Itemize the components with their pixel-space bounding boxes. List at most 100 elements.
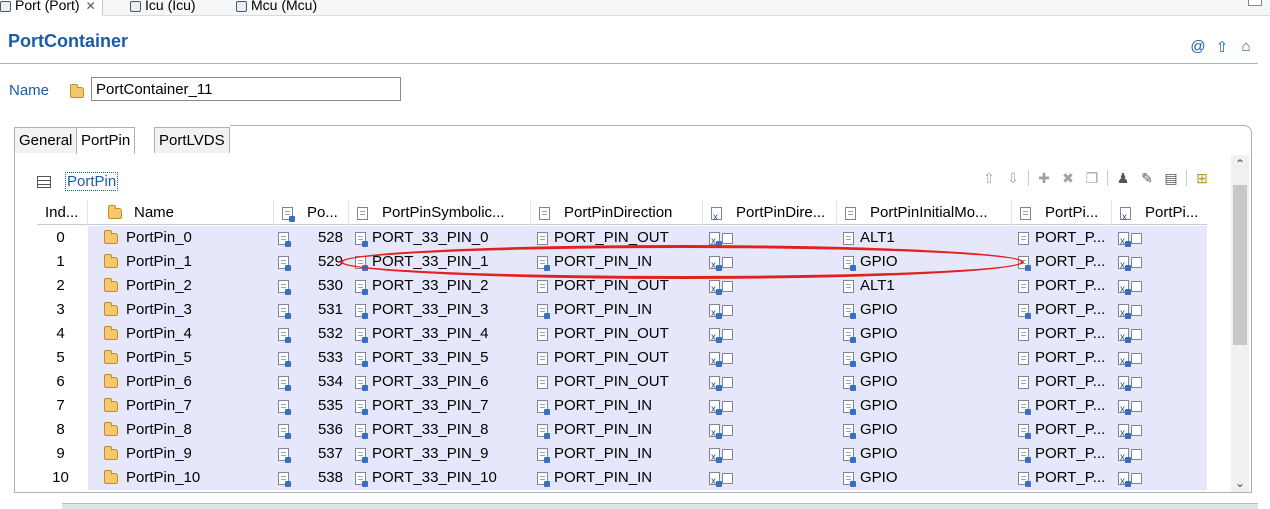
checkbox[interactable]: [722, 472, 733, 484]
checkbox[interactable]: [722, 304, 733, 316]
close-icon[interactable]: ✕: [86, 0, 96, 13]
port-pin-id-cell[interactable]: 537: [274, 442, 349, 466]
direction-changeable-cell[interactable]: [703, 466, 837, 490]
direction-changeable-cell[interactable]: [703, 394, 837, 418]
port-pin-id-cell[interactable]: 535: [274, 394, 349, 418]
pin-name-cell[interactable]: PortPin_7: [88, 394, 274, 418]
section-title[interactable]: PortPin: [65, 172, 119, 191]
checkbox[interactable]: [1131, 352, 1142, 364]
direction-cell[interactable]: PORT_PIN_OUT: [531, 370, 703, 394]
initial-mode-cell[interactable]: GPIO: [837, 466, 1012, 490]
maximize-icon[interactable]: [1248, 0, 1262, 6]
initial-mode-cell[interactable]: GPIO: [837, 442, 1012, 466]
vertical-scrollbar[interactable]: ⌃ ⌄: [1231, 155, 1249, 492]
direction-cell[interactable]: PORT_PIN_IN: [531, 466, 703, 490]
column-header-portpi-2[interactable]: PortPi...: [1112, 200, 1207, 225]
column-header-name[interactable]: Name: [88, 200, 274, 225]
portpi-bool-cell[interactable]: [1112, 298, 1207, 322]
column-header-index[interactable]: Ind...: [37, 200, 88, 225]
checkbox[interactable]: [722, 424, 733, 436]
portpi-cell[interactable]: PORT_P...: [1012, 226, 1112, 250]
table-row[interactable]: 10 PortPin_10 538 PORT_33_PIN_10 PORT_PIN_IN…: [37, 466, 1207, 490]
direction-cell[interactable]: PORT_PIN_OUT: [531, 322, 703, 346]
scroll-up-icon[interactable]: ⌃: [1231, 157, 1249, 171]
initial-mode-cell[interactable]: ALT1: [837, 274, 1012, 298]
move-up-icon[interactable]: ⇧: [980, 170, 998, 187]
portpi-bool-cell[interactable]: [1112, 226, 1207, 250]
portpi-bool-cell[interactable]: [1112, 322, 1207, 346]
pin-name-cell[interactable]: PortPin_10: [88, 466, 274, 490]
table-row[interactable]: 4PortPin_4532PORT_33_PIN_4PORT_PIN_OUT GP…: [37, 322, 1207, 346]
scroll-down-icon[interactable]: ⌄: [1231, 476, 1249, 490]
symbolic-name-cell[interactable]: PORT_33_PIN_5: [349, 346, 531, 370]
direction-changeable-cell[interactable]: [703, 442, 837, 466]
direction-changeable-cell[interactable]: [703, 370, 837, 394]
direction-cell[interactable]: PORT_PIN_IN: [531, 298, 703, 322]
table-row[interactable]: 6PortPin_6534PORT_33_PIN_6PORT_PIN_OUT GP…: [37, 370, 1207, 394]
symbolic-name-cell[interactable]: PORT_33_PIN_3: [349, 298, 531, 322]
symbolic-name-cell[interactable]: PORT_33_PIN_0: [349, 226, 531, 250]
direction-cell[interactable]: PORT_PIN_IN: [531, 418, 703, 442]
editor-tab-icu[interactable]: Icu (Icu): [130, 0, 196, 16]
port-pin-id-cell[interactable]: 528: [274, 226, 349, 250]
pin-name-cell[interactable]: PortPin_6: [88, 370, 274, 394]
pin-name-cell[interactable]: PortPin_4: [88, 322, 274, 346]
portpi-cell[interactable]: PORT_P...: [1012, 418, 1112, 442]
table-row[interactable]: 9PortPin_9537PORT_33_PIN_9PORT_PIN_IN GPI…: [37, 442, 1207, 466]
pin-name-cell[interactable]: PortPin_5: [88, 346, 274, 370]
symbolic-name-cell[interactable]: PORT_33_PIN_7: [349, 394, 531, 418]
checkbox[interactable]: [722, 400, 733, 412]
checkbox[interactable]: [722, 232, 733, 244]
copy-icon[interactable]: ❐: [1083, 170, 1101, 187]
checkbox[interactable]: [1131, 448, 1142, 460]
initial-mode-cell[interactable]: GPIO: [837, 346, 1012, 370]
table-row[interactable]: 3PortPin_3531PORT_33_PIN_3PORT_PIN_IN GPI…: [37, 298, 1207, 322]
port-pin-id-cell[interactable]: 529: [274, 250, 349, 274]
pin-name-cell[interactable]: PortPin_8: [88, 418, 274, 442]
checkbox[interactable]: [1131, 424, 1142, 436]
initial-mode-cell[interactable]: GPIO: [837, 418, 1012, 442]
port-pin-id-cell[interactable]: 536: [274, 418, 349, 442]
portpi-cell[interactable]: PORT_P...: [1012, 274, 1112, 298]
portpi-cell[interactable]: PORT_P...: [1012, 370, 1112, 394]
checkbox[interactable]: [722, 256, 733, 268]
checkbox[interactable]: [1131, 376, 1142, 388]
portpi-cell[interactable]: PORT_P...: [1012, 250, 1112, 274]
pin-name-cell[interactable]: PortPin_0: [88, 226, 274, 250]
symbolic-name-cell[interactable]: PORT_33_PIN_10: [349, 466, 531, 490]
pin-name-cell[interactable]: PortPin_1: [88, 250, 274, 274]
checkbox[interactable]: [1131, 304, 1142, 316]
checkbox[interactable]: [722, 352, 733, 364]
name-input[interactable]: [91, 77, 401, 101]
tab-portpin[interactable]: PortPin: [76, 127, 136, 154]
edit-icon[interactable]: ✎: [1138, 170, 1156, 187]
symbolic-name-cell[interactable]: PORT_33_PIN_1: [349, 250, 531, 274]
scroll-thumb[interactable]: [1233, 185, 1247, 345]
symbolic-name-cell[interactable]: PORT_33_PIN_2: [349, 274, 531, 298]
arrow-up-icon[interactable]: ⇧: [1214, 38, 1230, 56]
portpi-bool-cell[interactable]: [1112, 274, 1207, 298]
table-row[interactable]: 7PortPin_7535PORT_33_PIN_7PORT_PIN_IN GPI…: [37, 394, 1207, 418]
user-icon[interactable]: ♟: [1114, 170, 1132, 187]
symbolic-name-cell[interactable]: PORT_33_PIN_6: [349, 370, 531, 394]
portpi-cell[interactable]: PORT_P...: [1012, 346, 1112, 370]
table-row[interactable]: 8PortPin_8536PORT_33_PIN_8PORT_PIN_IN GPI…: [37, 418, 1207, 442]
port-pin-id-cell[interactable]: 530: [274, 274, 349, 298]
home-icon[interactable]: ⌂: [1238, 38, 1254, 56]
column-header-direction-changeable[interactable]: PortPinDire...: [703, 200, 837, 225]
direction-cell[interactable]: PORT_PIN_OUT: [531, 346, 703, 370]
portpi-cell[interactable]: PORT_P...: [1012, 442, 1112, 466]
direction-changeable-cell[interactable]: [703, 250, 837, 274]
checkbox[interactable]: [1131, 400, 1142, 412]
portpi-bool-cell[interactable]: [1112, 394, 1207, 418]
column-header-initial-mode[interactable]: PortPinInitialMo...: [837, 200, 1012, 225]
checkbox[interactable]: [722, 280, 733, 292]
initial-mode-cell[interactable]: ALT1: [837, 226, 1012, 250]
port-pin-id-cell[interactable]: 531: [274, 298, 349, 322]
initial-mode-cell[interactable]: GPIO: [837, 250, 1012, 274]
editor-tab-port[interactable]: Port (Port) ✕: [0, 0, 103, 16]
symbolic-name-cell[interactable]: PORT_33_PIN_4: [349, 322, 531, 346]
symbolic-name-cell[interactable]: PORT_33_PIN_9: [349, 442, 531, 466]
symbolic-name-cell[interactable]: PORT_33_PIN_8: [349, 418, 531, 442]
initial-mode-cell[interactable]: GPIO: [837, 370, 1012, 394]
